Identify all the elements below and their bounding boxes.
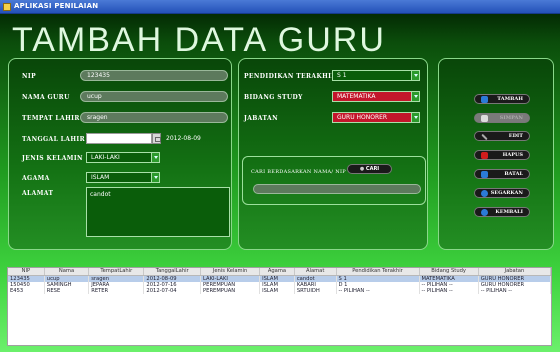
table-cell: -- PILIHAN -- [419,287,479,294]
table-cell: RESE [44,287,90,294]
batal-label: BATAL [504,171,523,177]
column-header[interactable]: Jenis Kelamin [200,268,261,276]
jk-label: JENIS KELAMIN [22,155,83,162]
bidang-select[interactable]: MATEMATIKA [332,91,420,102]
kembali-label: KEMBALI [495,209,523,215]
tanggal-field[interactable] [86,133,152,144]
tambah-button[interactable]: TAMBAH [474,94,530,104]
undo-icon [481,171,488,178]
table-cell: ISLAM [259,287,295,294]
chevron-down-icon[interactable] [151,153,159,162]
chevron-down-icon[interactable] [411,71,419,80]
refresh-icon [481,190,488,197]
save-icon [481,115,488,122]
batal-button[interactable]: BATAL [474,169,530,179]
column-header[interactable]: Jabatan [478,268,552,276]
column-header[interactable]: Alamat [294,268,337,276]
window-title: APLIKASI PENILAIAN [14,2,99,10]
simpan-label: SIMPAN [499,115,523,121]
chevron-down-icon[interactable] [411,113,419,122]
column-header[interactable]: Pendidikan Terakhir [336,268,420,276]
agama-label: AGAMA [22,175,50,182]
table-header-row: NIP Nama TempatLahir TanggalLahir Jenis … [8,268,552,276]
table-row[interactable]: E453 RESE RETER 2012-07-04 PEREMPUAN ISL… [8,287,552,294]
segarkan-button[interactable]: SEGARKAN [474,188,530,198]
chevron-down-icon[interactable] [411,92,419,101]
tempat-field[interactable]: sragen [80,112,228,123]
alamat-textarea[interactable]: candot [86,187,230,237]
agama-value: ISLAM [91,174,110,181]
pendidikan-label: PENDIDIKAN TERAKHIR [244,73,337,80]
nip-field[interactable]: 123435 [80,70,228,81]
column-header[interactable]: TempatLahir [88,268,145,276]
alamat-label: ALAMAT [22,190,54,197]
column-header[interactable]: Bidang Study [419,268,479,276]
table-cell: -- PILIHAN -- [478,287,552,294]
agama-select[interactable]: ISLAM [86,172,160,183]
title-bar: APLIKASI PENILAIAN [0,0,560,14]
chevron-down-icon[interactable] [151,173,159,182]
back-icon [481,209,488,216]
pendidikan-value: S 1 [337,72,347,79]
jk-select[interactable]: LAKI-LAKI [86,152,160,163]
table-cell: 2012-07-04 [143,287,202,294]
search-group: CARI BERDASARKAN NAMA/ NIP ● CARI [242,156,426,205]
add-icon [481,96,488,103]
jk-value: LAKI-LAKI [91,154,120,161]
bidang-label: BIDANG STUDY [244,94,303,101]
edit-icon [481,133,488,141]
tambah-label: TAMBAH [497,96,523,102]
nip-label: NIP [22,73,37,80]
kembali-button[interactable]: KEMBALI [474,207,530,217]
app-window: APLIKASI PENILAIAN TAMBAH DATA GURU NIP … [0,0,560,352]
column-header[interactable]: NIP [8,268,45,276]
jabatan-select[interactable]: GURU HONORER [332,112,420,123]
table-cell: PEREMPUAN [200,287,261,294]
column-header[interactable]: Nama [44,268,90,276]
tanggal-display: 2012-08-09 [166,135,201,142]
column-header[interactable]: Agama [259,268,295,276]
simpan-button[interactable]: SIMPAN [474,113,530,123]
segarkan-label: SEGARKAN [490,190,523,196]
page-title: TAMBAH DATA GURU [12,21,386,59]
table-cell: E453 [8,287,45,294]
hapus-label: HAPUS [502,152,523,158]
search-label: CARI BERDASARKAN NAMA/ NIP [251,169,346,175]
calendar-icon[interactable] [152,133,161,144]
jabatan-panel [238,58,428,250]
nama-field[interactable]: ucup [80,91,228,102]
edit-button[interactable]: EDIT [474,131,530,141]
edit-label: EDIT [508,133,523,139]
pendidikan-select[interactable]: S 1 [332,70,420,81]
column-header[interactable]: TanggalLahir [143,268,202,276]
nama-label: NAMA GURU [22,94,70,101]
jabatan-label: JABATAN [244,115,278,122]
search-input[interactable] [253,184,421,194]
jabatan-value: GURU HONORER [337,114,388,121]
cari-button[interactable]: ● CARI [347,164,392,174]
bidang-value: MATEMATIKA [337,93,376,100]
cari-label: CARI [365,166,380,172]
tanggal-label: TANGGAL LAHIR [22,136,86,143]
delete-icon [481,152,488,159]
app-icon [3,3,11,11]
guru-table[interactable]: NIP Nama TempatLahir TanggalLahir Jenis … [7,267,552,346]
table-cell: -- PILIHAN -- [336,287,420,294]
hapus-button[interactable]: HAPUS [474,150,530,160]
table-cell: SRTUIDH [294,287,337,294]
table-cell: RETER [88,287,145,294]
tempat-label: TEMPAT LAHIR [22,115,80,122]
